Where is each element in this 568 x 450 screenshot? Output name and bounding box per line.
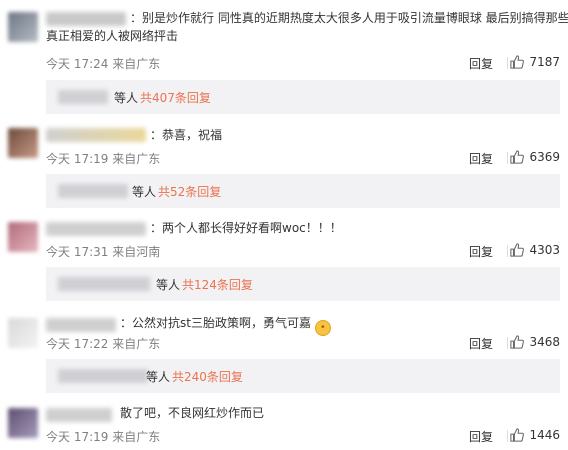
comment-text: 散了吧，不良网红炒作而已: [120, 406, 265, 420]
reply-button[interactable]: 回复: [469, 150, 493, 167]
sub-replies-link[interactable]: 共407条回复: [140, 89, 211, 106]
like-count: 1446: [529, 428, 560, 442]
like-button[interactable]: 1446: [510, 428, 560, 442]
sub-replies-who: 等人: [156, 278, 181, 292]
reply-button[interactable]: 回复: [469, 428, 493, 445]
sub-replies-bar: 等人 共240条回复: [46, 359, 560, 393]
thumbs-up-icon: [510, 55, 525, 69]
comment-time: 今天 17:24 来自广东: [46, 57, 161, 71]
reply-button[interactable]: 回复: [469, 335, 493, 352]
comment-text: ：别是炒作就行 同性真的近期热度太大很多人用于吸引流量博眼球 最后别搞得那些: [130, 11, 568, 25]
username-blurred[interactable]: [46, 128, 146, 142]
like-button[interactable]: 3468: [510, 335, 560, 349]
sub-replies-link[interactable]: 共52条回复: [158, 183, 221, 200]
divider: [507, 57, 508, 69]
sub-replies-who: 等人: [146, 370, 171, 384]
sub-replies-bar: 等人 共407条回复: [46, 80, 560, 114]
flushed-face-icon: •: [314, 320, 331, 336]
avatar[interactable]: [8, 12, 38, 42]
comment-time: 今天 17:19 来自广东: [46, 430, 161, 444]
avatar[interactable]: [8, 408, 38, 438]
reply-button[interactable]: 回复: [469, 243, 493, 260]
username-blurred[interactable]: [46, 222, 146, 236]
comment-time: 今天 17:22 来自广东: [46, 337, 161, 351]
reply-button[interactable]: 回复: [469, 55, 493, 72]
thumbs-up-icon: [510, 150, 525, 164]
comment-text: ：恭喜，祝福: [150, 128, 223, 142]
sub-username-blurred[interactable]: [58, 369, 148, 383]
like-button[interactable]: 4303: [510, 243, 560, 257]
like-count: 4303: [529, 243, 560, 257]
avatar[interactable]: [8, 128, 38, 158]
comment-text-body: ：公然对抗st三胎政策啊，勇气可嘉: [120, 316, 311, 330]
sub-replies-link[interactable]: 共240条回复: [172, 368, 243, 385]
like-count: 7187: [529, 55, 560, 69]
divider: [507, 337, 508, 349]
comment-text: ：两个人都长得好好看啊woc！！！: [150, 221, 342, 235]
divider: [507, 245, 508, 257]
divider: [507, 430, 508, 442]
comment-text-continued: 真正相爱的人被网络抨击: [46, 29, 179, 43]
sub-replies-link[interactable]: 共124条回复: [182, 276, 253, 293]
like-count: 6369: [529, 150, 560, 164]
avatar[interactable]: [8, 318, 38, 348]
username-blurred[interactable]: [46, 408, 112, 422]
sub-replies-bar: 等人 共52条回复: [46, 174, 560, 208]
sub-username-blurred[interactable]: [58, 184, 128, 198]
thumbs-up-icon: [510, 428, 525, 442]
avatar[interactable]: [8, 222, 38, 252]
like-button[interactable]: 7187: [510, 55, 560, 69]
sub-replies-who: 等人: [132, 185, 157, 199]
comment-text: ：公然对抗st三胎政策啊，勇气可嘉 •: [120, 314, 331, 336]
comment-time: 今天 17:19 来自广东: [46, 152, 161, 166]
thumbs-up-icon: [510, 335, 525, 349]
sub-username-blurred[interactable]: [58, 90, 108, 104]
sub-replies-who: 等人: [114, 91, 139, 105]
sub-replies-bar: 等人 共124条回复: [46, 267, 560, 301]
comment-time: 今天 17:31 来自河南: [46, 245, 161, 259]
sub-username-blurred[interactable]: [58, 277, 150, 291]
divider: [507, 152, 508, 164]
username-blurred[interactable]: [46, 318, 116, 332]
username-blurred[interactable]: [46, 12, 126, 26]
like-button[interactable]: 6369: [510, 150, 560, 164]
like-count: 3468: [529, 335, 560, 349]
thumbs-up-icon: [510, 243, 525, 257]
